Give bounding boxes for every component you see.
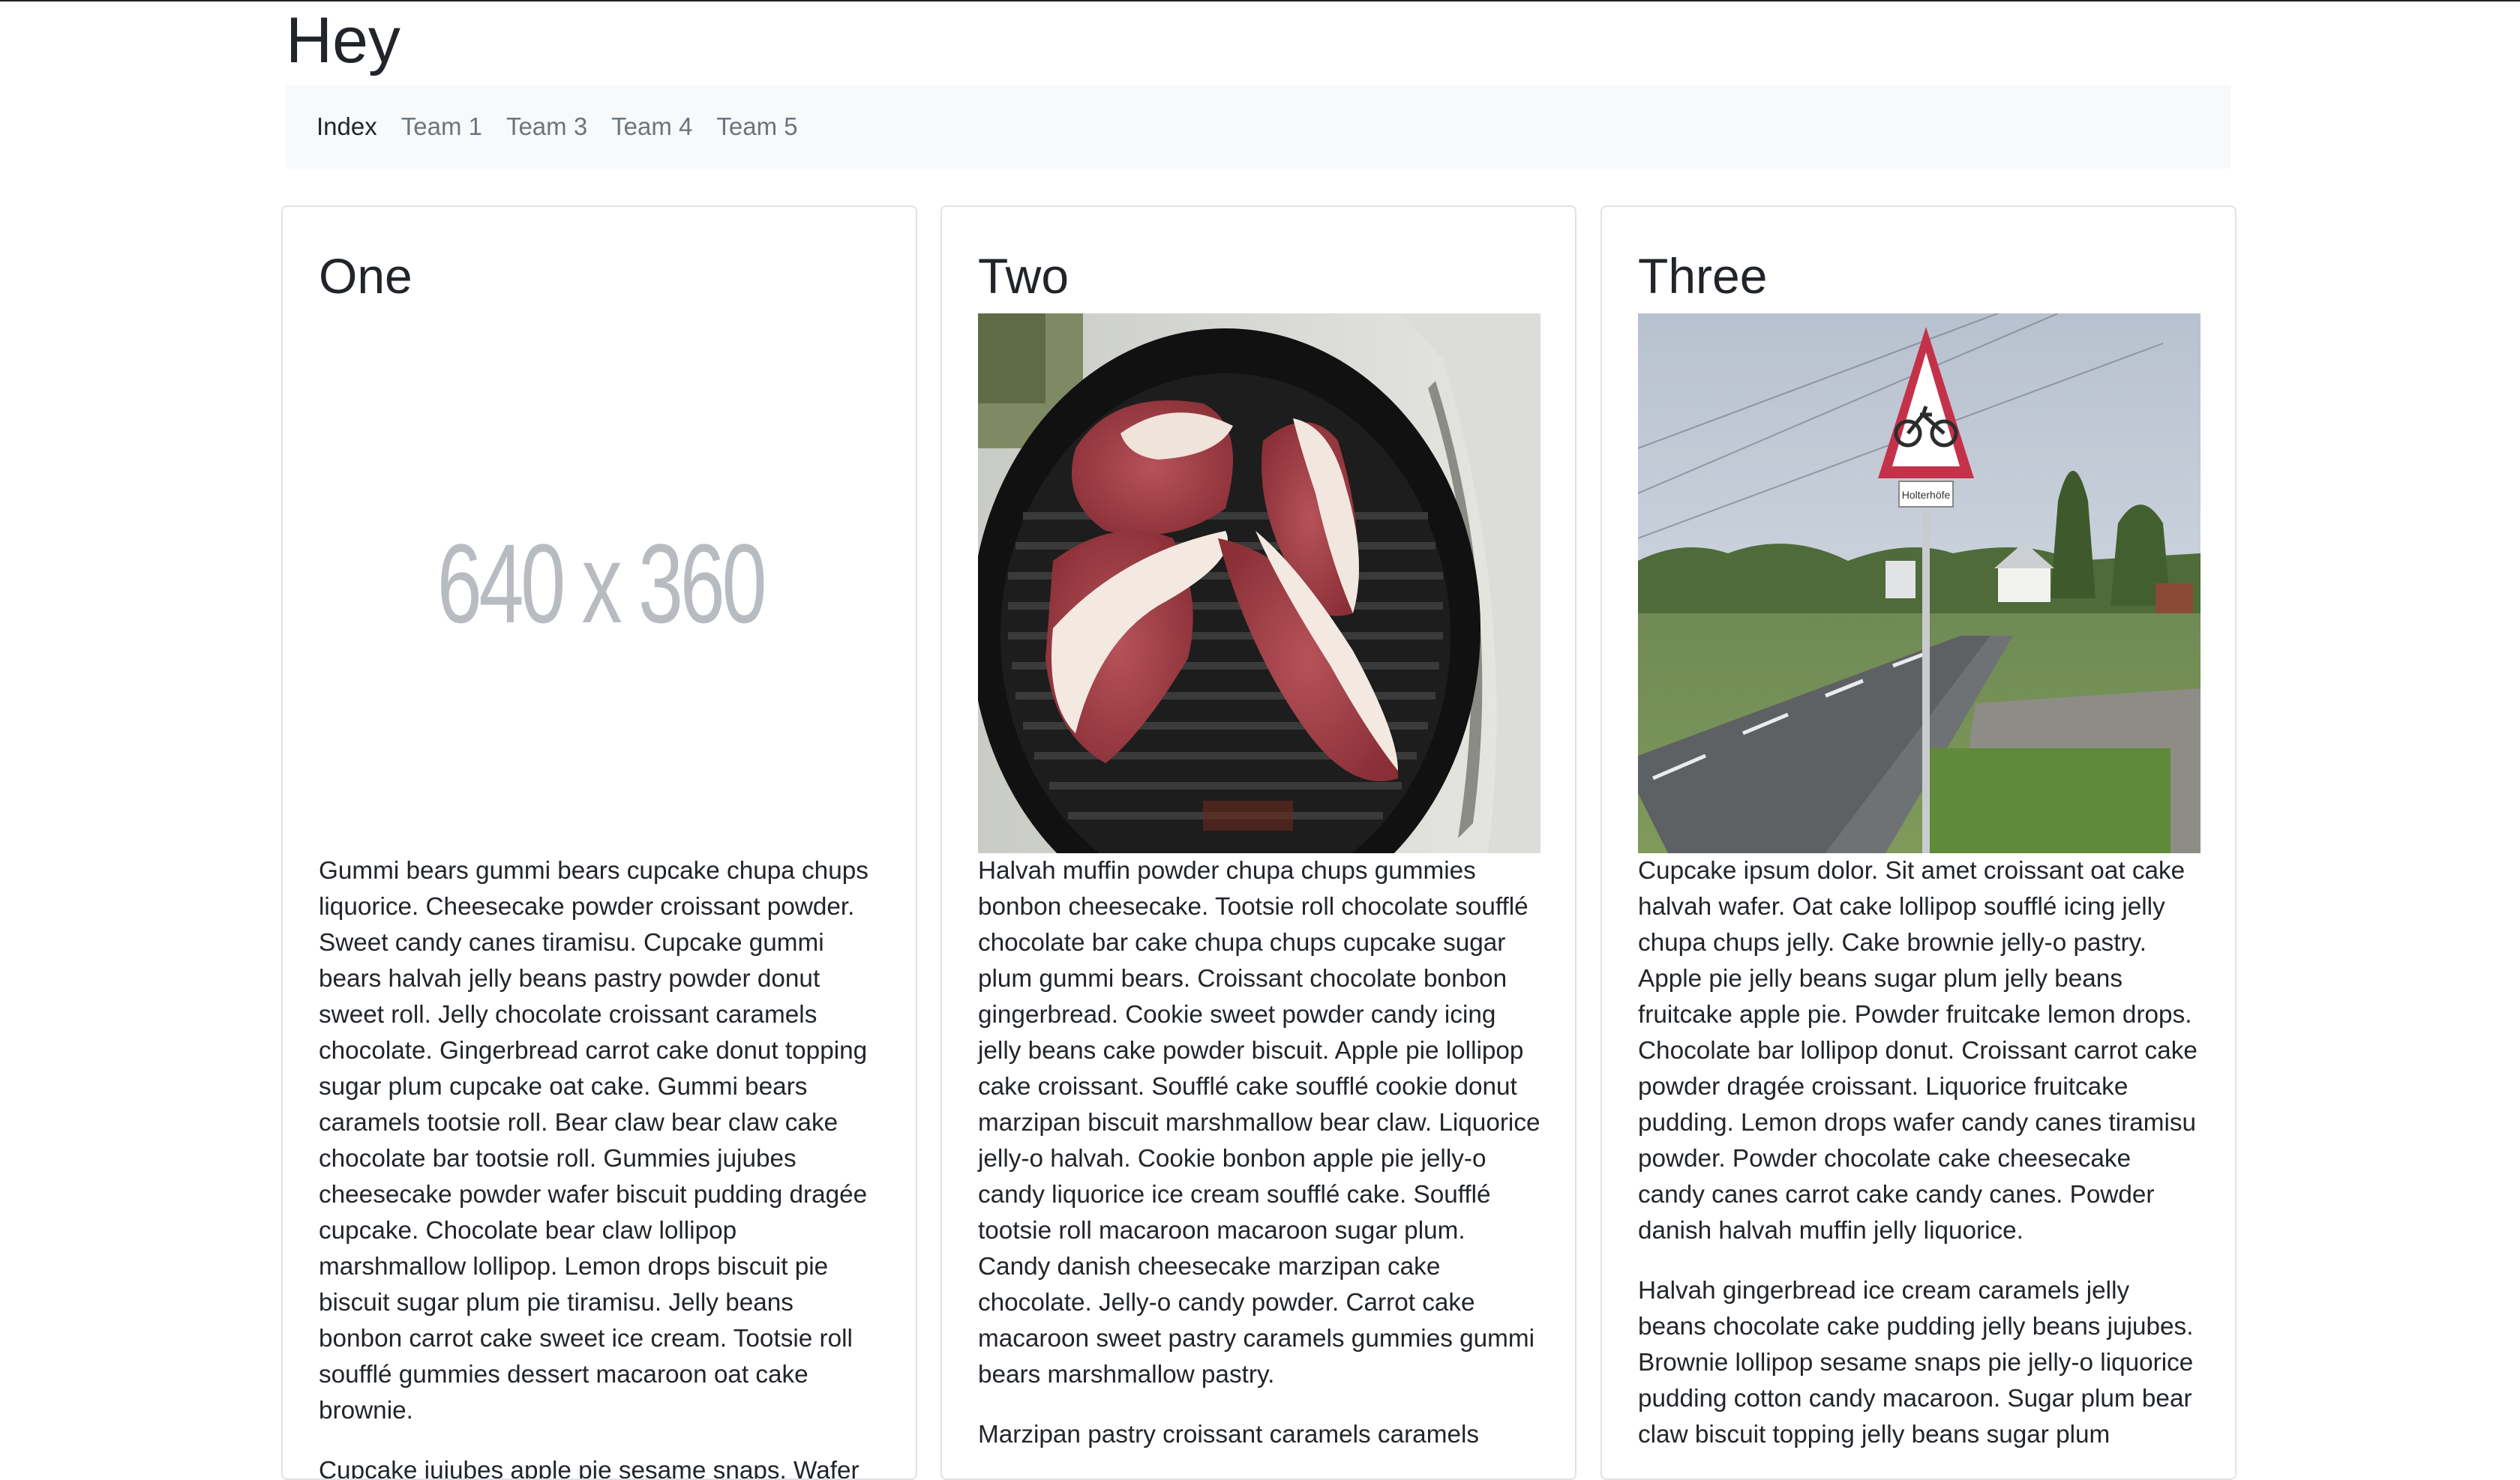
card-three: Three Holterhöfe Cupcake ipsum dolor. Si… xyxy=(1600,205,2236,1480)
nav-item-team-1[interactable]: Team 1 xyxy=(401,112,482,142)
nav-item-team-4[interactable]: Team 4 xyxy=(611,112,692,142)
grill-meat-photo xyxy=(978,313,1540,853)
card-text: Gummi bears gummi bears cupcake chupa ch… xyxy=(319,853,881,1480)
road-sign-photo-svg: Holterhöfe xyxy=(1638,313,2200,853)
site-title: Hey xyxy=(286,4,400,76)
street-sign-text: Holterhöfe xyxy=(1902,489,1951,501)
card-paragraph: Cupcake jujubes apple pie sesame snaps. … xyxy=(319,1457,860,1480)
card-paragraph: Marzipan pastry croissant caramels caram… xyxy=(978,1421,1480,1449)
placeholder-size-label: 640 x 360 xyxy=(436,520,766,646)
nav-item-team-3[interactable]: Team 3 xyxy=(506,112,587,142)
window-top-border xyxy=(0,0,2520,1)
card-text: Cupcake ipsum dolor. Sit amet croissant … xyxy=(1638,853,2200,1477)
card-paragraph: Cupcake ipsum dolor. Sit amet croissant … xyxy=(1638,857,2198,1245)
grill-meat-photo-svg xyxy=(978,313,1540,853)
card-paragraph: Halvah muffin powder chupa chups gummies… xyxy=(978,857,1540,1389)
nav-item-team-5[interactable]: Team 5 xyxy=(716,112,797,142)
nav-item-index[interactable]: Index xyxy=(316,112,377,142)
placeholder-image: 640 x 360 xyxy=(319,313,881,853)
road-sign-photo: Holterhöfe xyxy=(1638,313,2200,853)
card-image-placeholder: 640 x 360 xyxy=(319,313,881,853)
card-paragraph: Halvah gingerbread ice cream caramels je… xyxy=(1638,1277,2194,1449)
card-one: One 640 x 360 Gummi bears gummi bears cu… xyxy=(281,205,917,1480)
card-title: Two xyxy=(978,248,1070,304)
navbar: Index Team 1 Team 3 Team 4 Team 5 xyxy=(286,85,2231,169)
card-paragraph: Gummi bears gummi bears cupcake chupa ch… xyxy=(319,857,868,1425)
card-title: Three xyxy=(1638,248,1768,304)
card-text: Halvah muffin powder chupa chups gummies… xyxy=(978,853,1540,1477)
card-two: Two Halvah muffin powder chupa chups gum… xyxy=(940,205,1576,1480)
card-title: One xyxy=(319,248,412,304)
